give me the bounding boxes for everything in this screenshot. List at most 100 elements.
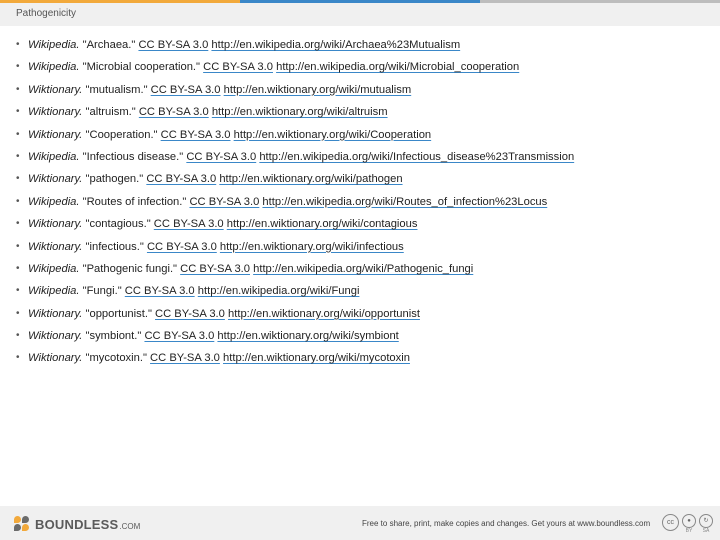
license-link[interactable]: CC BY-SA 3.0 xyxy=(147,241,217,253)
reference-item: • Wikipedia. "Archaea." CC BY-SA 3.0 http… xyxy=(16,34,716,56)
header-bar: Pathogenicity xyxy=(0,0,720,26)
license-link[interactable]: CC BY-SA 3.0 xyxy=(146,173,216,185)
bullet-icon: • xyxy=(16,106,20,118)
reference-url-link[interactable]: http://en.wiktionary.org/wiki/Cooperatio… xyxy=(234,129,432,141)
reference-item: • Wikipedia. "Pathogenic fungi." CC BY-SA… xyxy=(16,258,716,280)
reference-title: "Routes of infection." xyxy=(79,195,190,208)
bullet-icon: • xyxy=(16,83,20,95)
reference-url-link[interactable]: http://en.wiktionary.org/wiki/opportunis… xyxy=(228,308,420,320)
license-link[interactable]: CC BY-SA 3.0 xyxy=(144,330,214,342)
reference-url-link[interactable]: http://en.wikipedia.org/wiki/Microbial_c… xyxy=(276,61,519,73)
boundless-logo-icon xyxy=(14,516,30,532)
reference-source: Wikipedia. xyxy=(28,39,80,51)
sa-icon: ↻ SA xyxy=(699,514,713,534)
reference-title: "Microbial cooperation." xyxy=(79,61,204,74)
license-link[interactable]: CC BY-SA 3.0 xyxy=(150,352,220,364)
reference-url-link[interactable]: http://en.wikipedia.org/wiki/Routes_of_i… xyxy=(262,196,547,208)
bullet-icon: • xyxy=(16,150,20,162)
reference-url-link[interactable]: http://en.wiktionary.org/wiki/altruism xyxy=(212,106,388,118)
reference-url-link[interactable]: http://en.wiktionary.org/wiki/infectious xyxy=(220,241,404,253)
bullet-icon: • xyxy=(16,61,20,73)
logo-tld: .COM xyxy=(119,521,141,531)
bullet-icon: • xyxy=(16,240,20,252)
reference-url-link[interactable]: http://en.wikipedia.org/wiki/Archaea%23M… xyxy=(211,39,460,51)
reference-source: Wiktionary. xyxy=(28,128,83,141)
license-link[interactable]: CC BY-SA 3.0 xyxy=(189,196,259,208)
page-title: Pathogenicity xyxy=(16,8,77,19)
reference-title: "mutualism." xyxy=(82,83,151,96)
sa-label: SA xyxy=(702,528,710,534)
bullet-icon: • xyxy=(16,128,20,140)
reference-title: "Pathogenic fungi." xyxy=(79,262,181,275)
reference-item: • Wiktionary. "infectious." CC BY-SA 3.0 … xyxy=(16,236,716,258)
reference-item: • Wikipedia. "Infectious disease." CC BY-… xyxy=(16,146,716,168)
bullet-icon: • xyxy=(16,262,20,274)
by-label: BY xyxy=(685,528,693,534)
by-icon: ● BY xyxy=(682,514,696,534)
license-link[interactable]: CC BY-SA 3.0 xyxy=(154,218,224,230)
reference-title: "opportunist." xyxy=(82,307,156,320)
reference-source: Wikipedia. xyxy=(28,61,80,74)
reference-item: • Wiktionary. "mutualism." CC BY-SA 3.0 h… xyxy=(16,79,716,101)
bullet-icon: • xyxy=(16,39,20,50)
reference-url-link[interactable]: http://en.wikipedia.org/wiki/Pathogenic_… xyxy=(253,263,473,275)
reference-source: Wikipedia. xyxy=(28,150,80,163)
header-stripe-orange xyxy=(0,0,240,3)
reference-title: "contagious." xyxy=(82,218,154,231)
reference-url-link[interactable]: http://en.wiktionary.org/wiki/mycotoxin xyxy=(223,352,410,364)
license-link[interactable]: CC BY-SA 3.0 xyxy=(151,84,221,96)
license-link[interactable]: CC BY-SA 3.0 xyxy=(161,129,231,141)
reference-item: • Wiktionary. "symbiont." CC BY-SA 3.0 ht… xyxy=(16,325,716,347)
bullet-icon: • xyxy=(16,307,20,319)
reference-url-link[interactable]: http://en.wiktionary.org/wiki/contagious xyxy=(227,218,418,230)
reference-url-link[interactable]: http://en.wiktionary.org/wiki/symbiont xyxy=(217,330,398,342)
reference-title: "symbiont." xyxy=(82,330,145,343)
license-link[interactable]: CC BY-SA 3.0 xyxy=(125,285,195,297)
reference-source: Wiktionary. xyxy=(28,106,83,119)
license-link[interactable]: CC BY-SA 3.0 xyxy=(138,39,208,51)
reference-url-link[interactable]: http://en.wikipedia.org/wiki/Infectious_… xyxy=(259,151,574,163)
bullet-icon: • xyxy=(16,218,20,230)
reference-title: "altruism." xyxy=(82,106,139,119)
reference-item: • Wiktionary. "altruism." CC BY-SA 3.0 ht… xyxy=(16,101,716,123)
bullet-icon: • xyxy=(16,195,20,207)
reference-source: Wiktionary. xyxy=(28,173,83,186)
reference-source: Wikipedia. xyxy=(28,195,80,208)
reference-source: Wiktionary. xyxy=(28,352,83,365)
logo-text: BOUNDLESS xyxy=(35,516,119,532)
reference-source: Wikipedia. xyxy=(28,262,80,275)
reference-title: "Infectious disease." xyxy=(79,150,187,163)
reference-source: Wiktionary. xyxy=(28,307,83,320)
bullet-icon: • xyxy=(16,352,20,364)
reference-title: "infectious." xyxy=(82,240,147,253)
reference-list: • Wikipedia. "Archaea." CC BY-SA 3.0 http… xyxy=(0,34,716,370)
bullet-icon: • xyxy=(16,173,20,185)
reference-title: "Archaea." xyxy=(79,39,139,51)
reference-source: Wikipedia. xyxy=(28,285,80,298)
license-link[interactable]: CC BY-SA 3.0 xyxy=(186,151,256,163)
reference-item: • Wikipedia. "Microbial cooperation." CC … xyxy=(16,56,716,78)
footer-note: Free to share, print, make copies and ch… xyxy=(362,519,651,528)
reference-title: "Cooperation." xyxy=(82,128,161,141)
license-link[interactable]: CC BY-SA 3.0 xyxy=(180,263,250,275)
reference-item: • Wiktionary. "mycotoxin." CC BY-SA 3.0 h… xyxy=(16,347,716,369)
reference-item: • Wiktionary. "pathogen." CC BY-SA 3.0 ht… xyxy=(16,168,716,190)
reference-item: • Wiktionary. "contagious." CC BY-SA 3.0 … xyxy=(16,213,716,235)
header-stripe-gray xyxy=(480,0,720,3)
boundless-logo[interactable]: BOUNDLESS .COM xyxy=(14,515,140,533)
reference-item: • Wiktionary. "opportunist." CC BY-SA 3.0… xyxy=(16,303,716,325)
reference-item: • Wikipedia. "Routes of infection." CC BY… xyxy=(16,191,716,213)
reference-title: "pathogen." xyxy=(82,173,147,186)
cc-icon: cc xyxy=(662,514,679,531)
license-link[interactable]: CC BY-SA 3.0 xyxy=(139,106,209,118)
reference-source: Wiktionary. xyxy=(28,83,83,96)
reference-url-link[interactable]: http://en.wikipedia.org/wiki/Fungi xyxy=(198,285,360,297)
bullet-icon: • xyxy=(16,330,20,342)
license-link[interactable]: CC BY-SA 3.0 xyxy=(203,61,273,73)
cc-license-badge[interactable]: cc ● BY ↻ SA xyxy=(662,514,713,534)
reference-url-link[interactable]: http://en.wiktionary.org/wiki/mutualism xyxy=(224,84,412,96)
reference-title: "mycotoxin." xyxy=(82,352,151,365)
license-link[interactable]: CC BY-SA 3.0 xyxy=(155,308,225,320)
reference-item: • Wiktionary. "Cooperation." CC BY-SA 3.0… xyxy=(16,124,716,146)
reference-url-link[interactable]: http://en.wiktionary.org/wiki/pathogen xyxy=(219,173,402,185)
